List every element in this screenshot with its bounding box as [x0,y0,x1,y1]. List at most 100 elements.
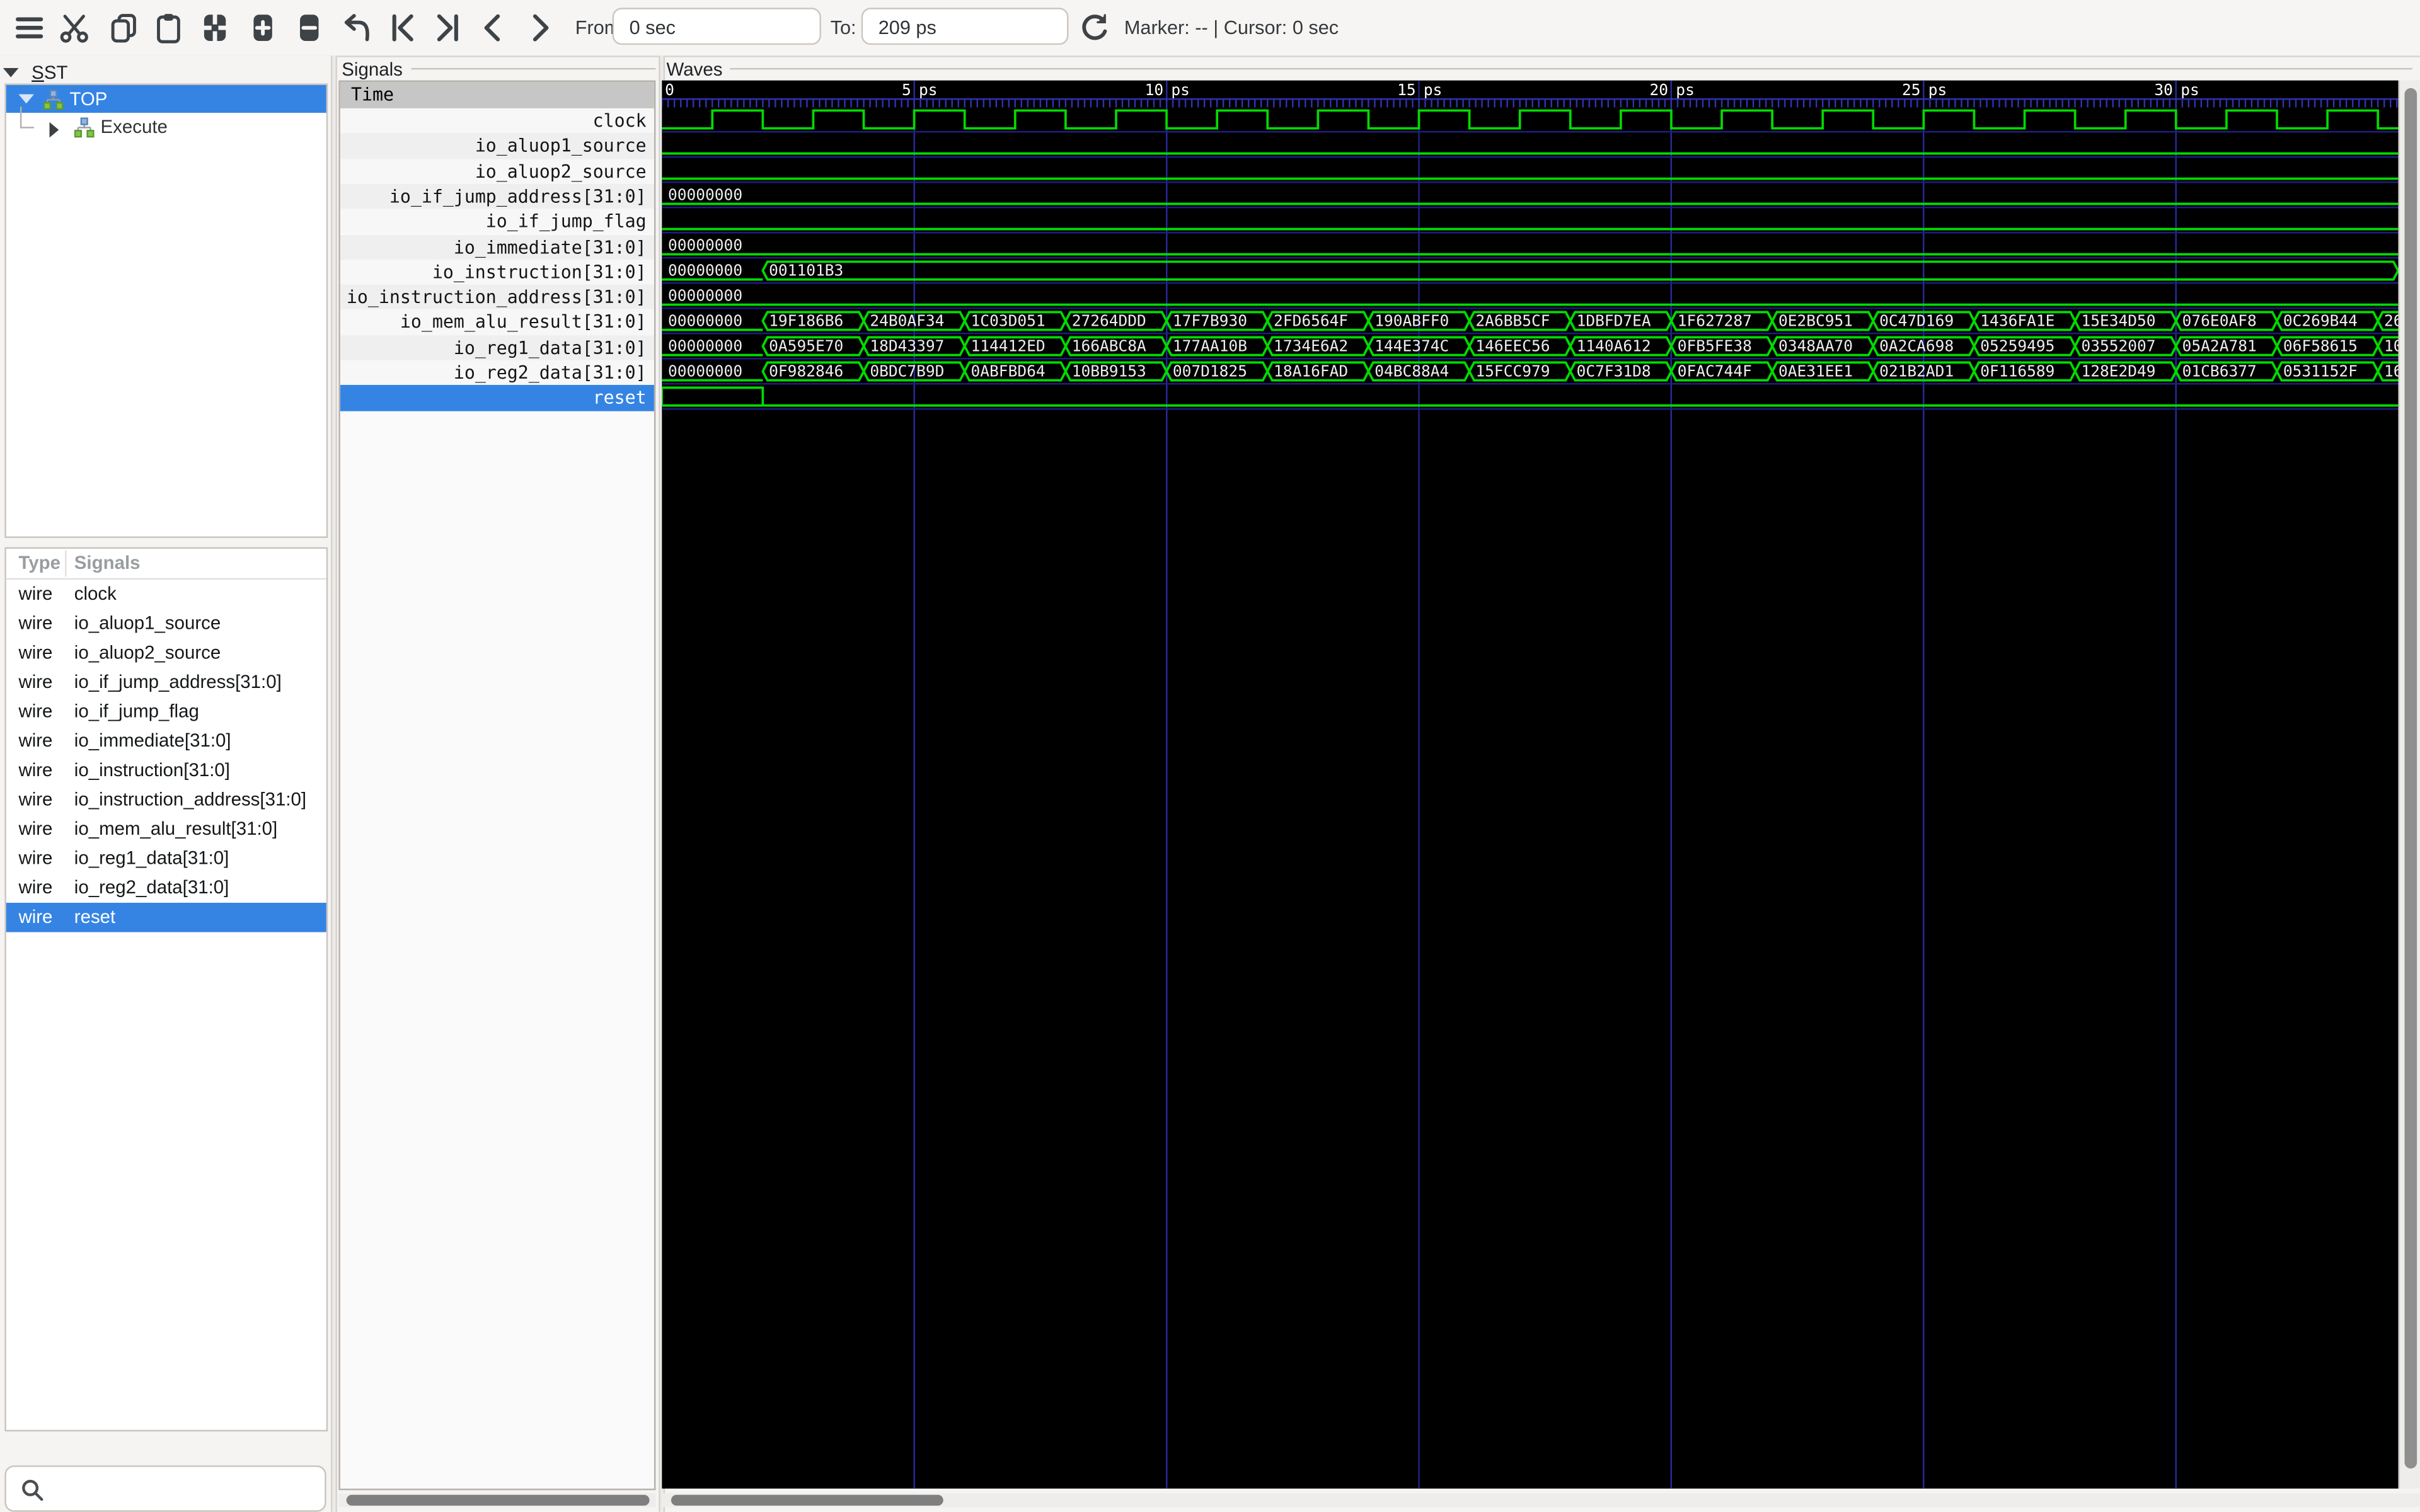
zoom-in-icon[interactable] [246,11,280,45]
table-row[interactable]: wire io_reg2_data[31:0] [6,873,326,903]
signal-list-item[interactable]: io_if_jump_flag [340,209,654,234]
table-row[interactable]: wireio_if_jump_flag [6,697,326,727]
column-divider [65,551,66,577]
axis-tick-number: 25 [1902,81,1921,99]
from-input[interactable]: 0 sec [613,8,821,45]
bus-value-text: 00000000 [668,186,742,204]
bus-value-text: 166ABC8A [1072,336,1146,355]
time-header[interactable]: Time [340,82,654,110]
bus-value-text: 2A6BB5CF [1475,311,1550,329]
tree-node-execute[interactable]: Execute [6,113,326,140]
signal-type: wire [18,815,52,844]
bus-value-text: 0A595E70 [769,336,843,355]
menu-icon[interactable] [13,11,47,45]
to-input[interactable]: 209 ps [861,8,1069,45]
signal-list-item[interactable]: clock [340,108,654,134]
bus-value-text: 001101B3 [769,261,843,279]
reload-icon[interactable] [1078,11,1112,45]
sst-header[interactable]: SST [3,59,68,83]
cut-icon[interactable] [57,11,91,45]
signal-name: io_immediate[31:0] [74,726,231,756]
signal-name: reset [74,903,115,932]
signal-list-item[interactable]: io_instruction[31:0] [340,260,654,285]
signals-hscrollbar-thumb[interactable] [347,1495,650,1506]
signal-name: io_reg2_data[31:0] [74,873,229,903]
paste-icon[interactable] [151,11,185,45]
signal-type: wire [18,668,52,697]
table-row[interactable]: wirereset [6,903,326,932]
waves-hscrollbar[interactable] [662,1493,2420,1507]
table-row[interactable]: wireio_mem_alu_result[31:0] [6,815,326,844]
bus-value-text: 0F116589 [1980,362,2054,380]
waves-frame-line [730,68,2412,69]
table-row[interactable]: wireio_aluop2_source [6,638,326,668]
table-row[interactable]: wire io_instruction[31:0] [6,756,326,786]
marker-cursor-status: Marker: -- | Cursor: 0 sec [1124,17,1339,38]
bus-value-text: 19F186B6 [769,311,843,329]
signal-name: clock [74,580,117,609]
column-header-signals[interactable]: Signals [74,549,141,578]
signal-list-item[interactable]: io_instruction_address[31:0] [340,285,654,310]
wave-row-io_reg2_data: 000000000F9828460BDC7B9D0ABFBD6410BB9153… [662,362,2399,380]
signal-type: wire [18,873,52,903]
axis-tick-number: 10 [1145,81,1164,99]
bus-value-text: 1140A612 [1577,336,1651,355]
signal-list-item[interactable]: io_immediate[31:0] [340,234,654,260]
go-to-end-icon[interactable] [432,11,466,45]
bus-value-text: 00000000 [668,311,742,329]
signal-type-table: Type Signals wire clockwireio_aluop1_sour… [4,547,328,1432]
table-row[interactable]: wireio_immediate[31:0] [6,726,326,756]
waves-panel-label: Waves [667,59,723,80]
bus-value-text: 260 [2384,311,2399,329]
sst-tree: TOPExecute [4,83,328,537]
table-row[interactable]: wire clock [6,580,326,609]
waves-vscrollbar[interactable] [2399,81,2420,1489]
hierarchy-panel: SST TOPExecute Type Signals wireclockwir… [0,55,331,1511]
expander-open-icon[interactable] [18,94,34,104]
expander-closed-icon[interactable] [50,122,59,138]
signal-list-item[interactable]: io_aluop2_source [340,159,654,184]
bus-value-text: 007D1825 [1173,362,1247,380]
signal-name: io_instruction[31:0] [74,756,230,786]
table-row[interactable]: wireio_instruction_address[31:0] [6,785,326,815]
signals-frame-line [412,68,656,69]
bus-value-text: 00000000 [668,286,742,304]
go-to-start-icon[interactable] [385,11,419,45]
signals-hscrollbar[interactable] [338,1493,655,1507]
bus-value-text: 05A2A781 [2182,336,2257,355]
bus-value-text: 15FCC979 [1475,362,1550,380]
undo-icon[interactable] [338,11,372,45]
signal-search-input[interactable] [4,1465,326,1512]
zoom-out-icon[interactable] [292,11,326,45]
column-header-type[interactable]: Type [18,549,60,578]
next-edge-icon[interactable] [522,11,556,45]
copy-icon[interactable] [107,11,141,45]
signal-list-item[interactable]: io_if_jump_address[31:0] [340,184,654,209]
bus-value-text: 146EEC56 [1475,336,1550,355]
table-row[interactable]: wireio_reg1_data[31:0] [6,844,326,874]
signal-list-item[interactable]: reset [340,386,654,411]
signal-list-item[interactable]: io_mem_alu_result[31:0] [340,310,654,335]
signal-type: wire [18,580,52,609]
bus-value-text: 0531152F [2283,362,2358,380]
waves-hscrollbar-thumb[interactable] [671,1495,943,1506]
table-row[interactable]: wireio_aluop1_source [6,609,326,639]
bus-value-text: 0FB5FE38 [1678,336,1752,355]
bus-value-text: 144E374C [1374,336,1449,355]
tree-node-top[interactable]: TOP [6,85,326,113]
bus-value-text: 24B0AF34 [870,311,944,329]
prev-edge-icon[interactable] [476,11,510,45]
signal-type: wire [18,756,52,786]
signal-list-item[interactable]: io_aluop1_source [340,134,654,159]
signal-list-item[interactable]: io_reg2_data[31:0] [340,360,654,386]
bus-value-text: 17F7B930 [1173,311,1247,329]
signal-name: io_if_jump_address[31:0] [74,668,282,697]
waves-vscrollbar-thumb[interactable] [2405,88,2417,1469]
zoom-fit-icon[interactable] [198,11,232,45]
bus-value-text: 1DBFD7EA [1577,311,1651,329]
bus-value-text: 0A2CA698 [1879,336,1954,355]
waveform-canvas[interactable]: 05ps10ps15ps20ps25ps30ps0000000000000000… [662,81,2399,1489]
signal-list-item[interactable]: io_reg1_data[31:0] [340,335,654,360]
table-row[interactable]: wire io_if_jump_address[31:0] [6,668,326,697]
paned-divider-left[interactable] [331,55,337,1512]
